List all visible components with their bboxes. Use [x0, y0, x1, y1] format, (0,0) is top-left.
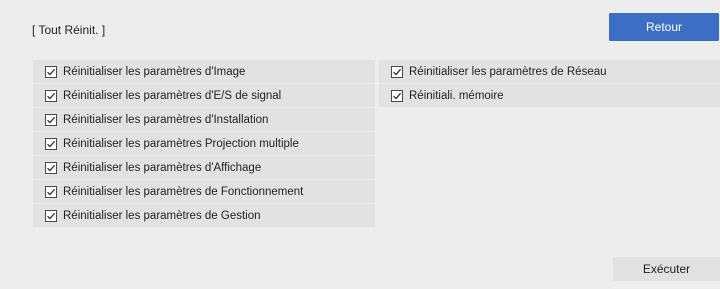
- option-reset-operation[interactable]: Réinitialiser les paramètres de Fonction…: [33, 180, 375, 203]
- option-reset-signal-io[interactable]: Réinitialiser les paramètres d'E/S de si…: [33, 84, 375, 107]
- option-reset-installation[interactable]: Réinitialiser les paramètres d'Installat…: [33, 108, 375, 131]
- back-button[interactable]: Retour: [609, 13, 719, 41]
- checkbox-checked-icon[interactable]: [45, 65, 57, 78]
- option-reset-network[interactable]: Réinitialiser les paramètres de Réseau: [379, 60, 720, 83]
- checkbox-checked-icon[interactable]: [45, 89, 57, 102]
- option-reset-image[interactable]: Réinitialiser les paramètres d'Image: [33, 60, 375, 83]
- page-title: [ Tout Réinit. ]: [32, 23, 106, 37]
- option-reset-memory[interactable]: Réinitiali. mémoire: [379, 84, 720, 107]
- option-label: Réinitialiser les paramètres d'E/S de si…: [63, 89, 282, 102]
- checkbox-checked-icon[interactable]: [45, 137, 57, 150]
- checkbox-checked-icon[interactable]: [391, 65, 403, 78]
- execute-button[interactable]: Exécuter: [613, 257, 720, 281]
- checkbox-checked-icon[interactable]: [45, 113, 57, 126]
- option-label: Réinitiali. mémoire: [409, 89, 504, 102]
- option-label: Réinitialiser les paramètres d'Image: [63, 65, 246, 78]
- left-options-list: Réinitialiser les paramètres d'Image Réi…: [33, 60, 375, 228]
- option-label: Réinitialiser les paramètres de Réseau: [409, 65, 607, 78]
- checkbox-checked-icon[interactable]: [45, 209, 57, 222]
- option-label: Réinitialiser les paramètres d'Affichage: [63, 161, 262, 174]
- checkbox-checked-icon[interactable]: [391, 89, 403, 102]
- option-label: Réinitialiser les paramètres de Gestion: [63, 209, 261, 222]
- option-label: Réinitialiser les paramètres de Fonction…: [63, 185, 304, 198]
- checkbox-checked-icon[interactable]: [45, 185, 57, 198]
- option-label: Réinitialiser les paramètres Projection …: [63, 137, 299, 150]
- option-reset-multi-projection[interactable]: Réinitialiser les paramètres Projection …: [33, 132, 375, 155]
- checkbox-checked-icon[interactable]: [45, 161, 57, 174]
- option-reset-management[interactable]: Réinitialiser les paramètres de Gestion: [33, 204, 375, 227]
- option-label: Réinitialiser les paramètres d'Installat…: [63, 113, 269, 126]
- option-reset-display[interactable]: Réinitialiser les paramètres d'Affichage: [33, 156, 375, 179]
- right-options-list: Réinitialiser les paramètres de Réseau R…: [379, 60, 720, 108]
